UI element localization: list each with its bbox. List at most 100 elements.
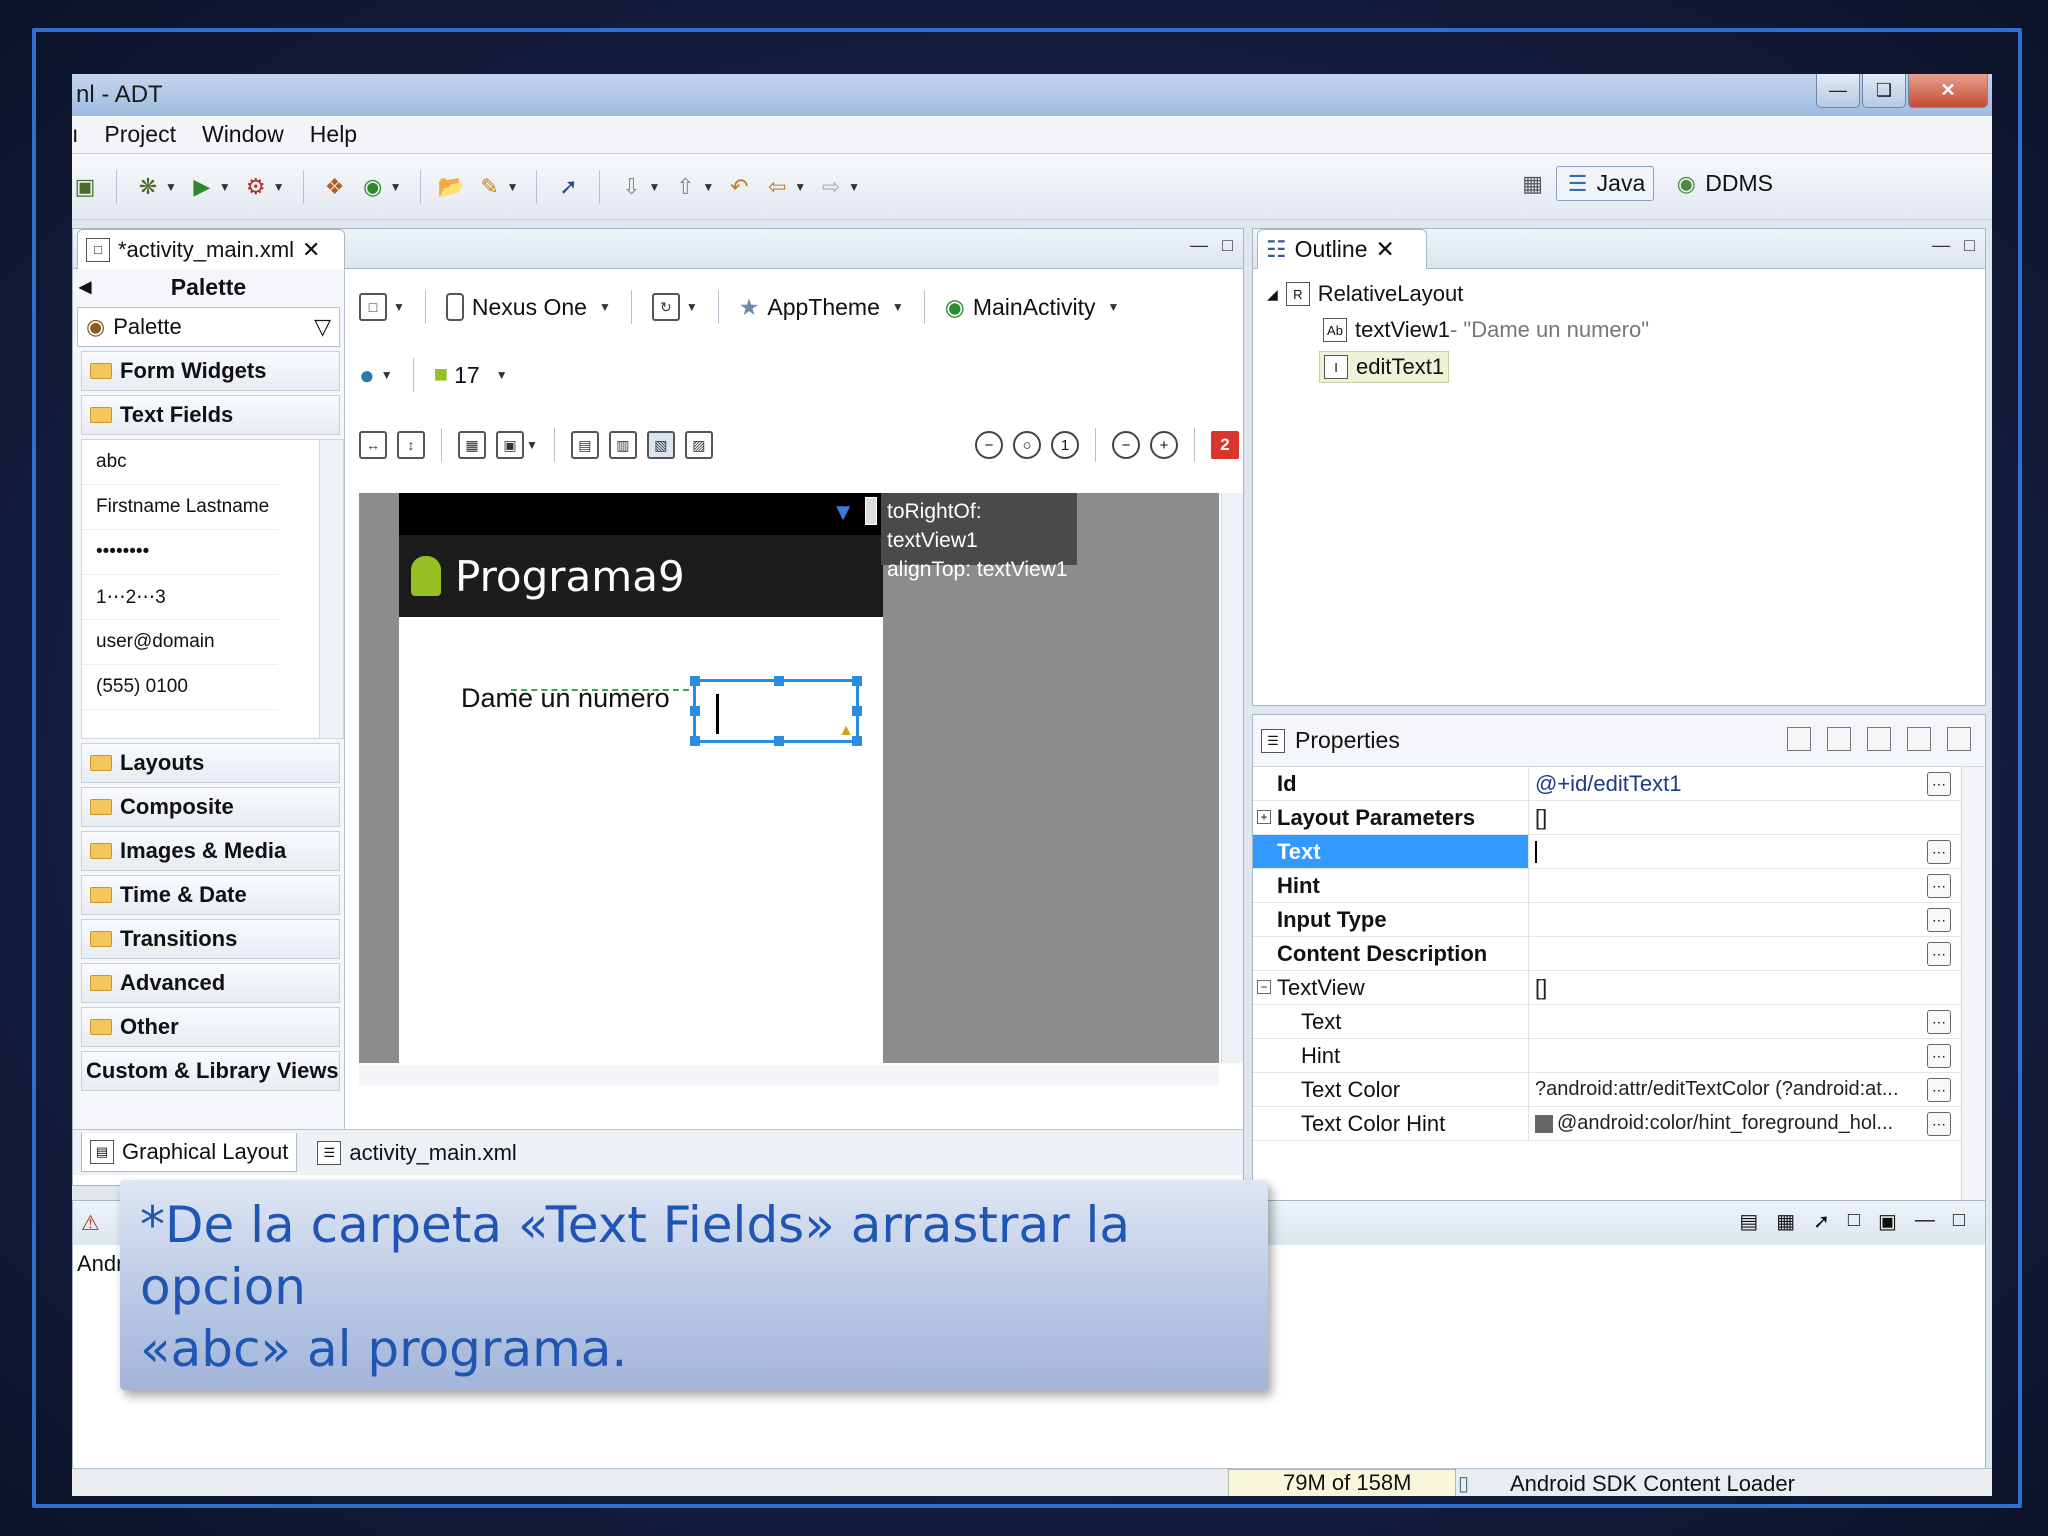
open-console-icon[interactable]: ▣ <box>1878 1209 1897 1234</box>
minimize-icon[interactable]: — <box>1932 235 1950 256</box>
prop-row-text-color-hint[interactable]: Text Color Hint @android:color/hint_fore… <box>1253 1107 1985 1141</box>
fill-width-icon[interactable]: ↔ <box>359 431 387 459</box>
palette-category-transitions[interactable]: Transitions <box>81 919 340 959</box>
palette-item-phone[interactable]: (555) 0100 <box>82 665 278 710</box>
resize-handle[interactable] <box>690 736 700 746</box>
prop-value-wrap[interactable]: @android:color/hint_foreground_hol... <box>1529 1107 1909 1140</box>
resize-handle[interactable] <box>852 676 862 686</box>
tree-node-relativelayout[interactable]: ◢ R RelativeLayout <box>1267 281 1463 307</box>
prop-value[interactable] <box>1529 1005 1985 1038</box>
menu-project[interactable]: Project <box>104 121 176 148</box>
sort-alpha-icon[interactable] <box>1827 727 1851 751</box>
align-right-icon[interactable]: ▨ <box>684 431 713 459</box>
zoom-out-icon[interactable]: − <box>1112 431 1140 459</box>
ellipsis-button[interactable]: ⋯ <box>1927 772 1951 796</box>
align-left-icon[interactable]: ▤ <box>570 431 599 459</box>
pin-console-icon[interactable]: ➚ <box>1813 1209 1830 1234</box>
theme-selector[interactable]: ★ AppTheme ▼ <box>739 294 904 321</box>
prop-value-input[interactable] <box>1529 835 1985 868</box>
palette-item-number[interactable]: 1⋯2⋯3 <box>82 575 278 620</box>
maximize-icon[interactable]: □ <box>1953 1209 1965 1234</box>
prop-value[interactable]: @+id/editText1 <box>1529 767 1985 800</box>
show-advanced-icon[interactable] <box>1787 727 1811 751</box>
search-icon[interactable]: ✎ <box>477 174 503 200</box>
palette-category-form-widgets[interactable]: Form Widgets <box>81 351 340 391</box>
align-center-icon[interactable]: ▥ <box>608 431 637 459</box>
prop-value[interactable] <box>1529 869 1985 902</box>
palette-item-person-name[interactable]: Firstname Lastname <box>82 485 278 530</box>
canvas-vertical-scrollbar[interactable] <box>1221 493 1243 1063</box>
prop-row-text[interactable]: Text ⋯ <box>1253 835 1985 869</box>
palette-category-text-fields[interactable]: Text Fields <box>81 395 340 435</box>
prop-value[interactable]: ?android:attr/editTextColor (?android:at… <box>1529 1073 1909 1106</box>
prop-row-layout-parameters[interactable]: + Layout Parameters [] <box>1253 801 1985 835</box>
zoom-real-icon[interactable]: ○ <box>1013 431 1041 459</box>
config-file-icon[interactable]: □ <box>359 293 387 321</box>
prop-row-input-type[interactable]: Input Type ⋯ <box>1253 903 1985 937</box>
palette-category-custom[interactable]: Custom & Library Views <box>81 1051 340 1091</box>
prop-row-content-description[interactable]: Content Description ⋯ <box>1253 937 1985 971</box>
minimize-icon[interactable]: — <box>1915 1209 1935 1234</box>
scroll-lock-icon[interactable]: ▦ <box>1776 1209 1795 1234</box>
palette-item-abc[interactable]: abc <box>82 440 278 485</box>
clear-console-icon[interactable]: ▤ <box>1739 1209 1758 1234</box>
tab-activity-main[interactable]: □ *activity_main.xml ✕ <box>77 229 345 269</box>
ellipsis-button[interactable]: ⋯ <box>1927 874 1951 898</box>
resize-handle[interactable] <box>774 736 784 746</box>
orientation-icon[interactable]: ↻ <box>651 293 680 321</box>
palette-category-images-media[interactable]: Images & Media <box>81 831 340 871</box>
textview-dame-un-numero[interactable]: Dame un numero <box>461 683 670 714</box>
prop-row-textview-text[interactable]: Text ⋯ <box>1253 1005 1985 1039</box>
ellipsis-button[interactable]: ⋯ <box>1927 1078 1951 1102</box>
canvas-horizontal-scrollbar[interactable] <box>359 1065 1219 1085</box>
palette-combo[interactable]: ◉ Palette ▽ <box>77 307 340 347</box>
prev-annotation-icon[interactable]: ⇧ <box>672 174 698 200</box>
ellipsis-button[interactable]: ⋯ <box>1927 840 1951 864</box>
tree-node-textview1[interactable]: Ab textView1 - "Dame un numero" <box>1323 317 1649 343</box>
ddms-perspective-button[interactable]: ◉ DDMS <box>1664 166 1782 201</box>
api-selector[interactable]: ■ 17 ▼ <box>434 361 508 389</box>
expand-all-icon[interactable] <box>1907 727 1931 751</box>
error-count-badge[interactable]: 2 <box>1211 431 1239 459</box>
close-tab-icon[interactable]: ✕ <box>302 237 320 263</box>
prop-value[interactable] <box>1529 937 1985 970</box>
edittext-selection[interactable]: ▲ <box>690 676 862 746</box>
external-tools-icon[interactable]: ⚙ <box>243 174 269 200</box>
ellipsis-button[interactable]: ⋯ <box>1927 1044 1951 1068</box>
tab-graphical-layout[interactable]: ▤ Graphical Layout <box>81 1133 298 1172</box>
resize-handle[interactable] <box>774 676 784 686</box>
minimize-icon[interactable]: — <box>1190 235 1208 256</box>
open-type-icon[interactable]: 📂 <box>438 174 465 200</box>
forward-icon[interactable]: ⇨ <box>818 174 844 200</box>
collapse-icon[interactable]: − <box>1257 980 1271 994</box>
properties-scrollbar[interactable] <box>1961 767 1985 1213</box>
new-icon[interactable]: ▣ <box>72 174 98 200</box>
prop-row-hint[interactable]: Hint ⋯ <box>1253 869 1985 903</box>
prop-row-textview[interactable]: − TextView [] <box>1253 971 1985 1005</box>
expand-icon[interactable]: + <box>1257 810 1271 824</box>
palette-scrollbar[interactable] <box>319 440 343 738</box>
align-baseline-icon[interactable]: ▧ <box>646 431 675 459</box>
resize-handle[interactable] <box>852 706 862 716</box>
menu-window[interactable]: Window <box>202 121 284 148</box>
prop-row-text-color[interactable]: Text Color ?android:attr/editTextColor (… <box>1253 1073 1985 1107</box>
collapse-palette-icon[interactable]: ◀ <box>79 277 91 297</box>
debug-icon[interactable]: ❋ <box>135 174 161 200</box>
prop-value[interactable]: [] <box>1529 801 1985 834</box>
palette-category-composite[interactable]: Composite <box>81 787 340 827</box>
run-icon[interactable]: ▶ <box>189 174 215 200</box>
gravity-icon[interactable]: ▣ <box>496 431 524 459</box>
maximize-button[interactable]: ❑ <box>1862 74 1906 108</box>
minimize-button[interactable]: — <box>1816 74 1860 108</box>
pin-icon[interactable]: ➚ <box>555 174 581 200</box>
tab-xml-source[interactable]: ☰ activity_main.xml <box>309 1134 524 1172</box>
device-selector[interactable]: Nexus One ▼ <box>445 293 611 321</box>
collapse-all-icon[interactable] <box>1947 727 1971 751</box>
palette-category-other[interactable]: Other <box>81 1007 340 1047</box>
palette-category-layouts[interactable]: Layouts <box>81 743 340 783</box>
resize-handle[interactable] <box>690 706 700 716</box>
zoom-fit-icon[interactable]: − <box>975 431 1003 459</box>
trash-icon[interactable]: ▯ <box>1458 1471 1469 1496</box>
close-button[interactable]: ✕ <box>1908 74 1988 108</box>
menu-help[interactable]: Help <box>310 121 357 148</box>
